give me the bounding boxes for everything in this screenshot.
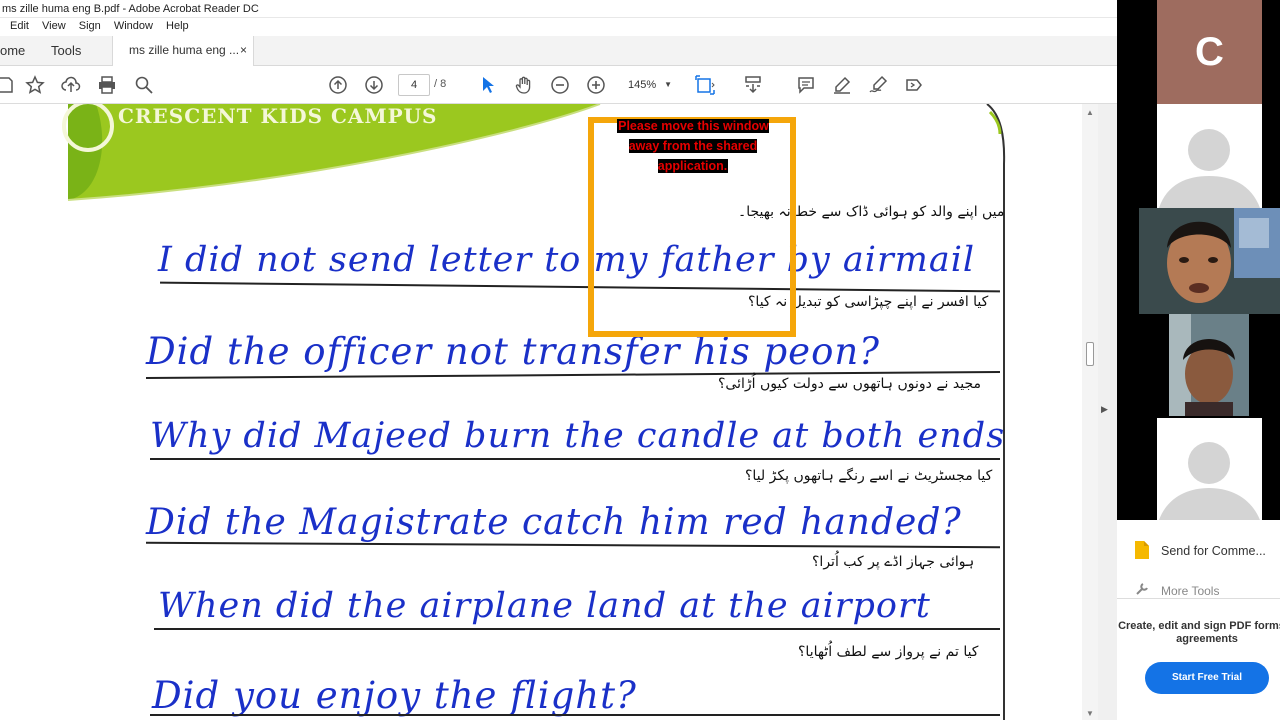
participant-tile-avatar[interactable] [1157, 418, 1262, 520]
next-page-icon[interactable] [363, 74, 385, 96]
share-tools-icon[interactable] [903, 74, 925, 96]
tab-bar: ome Tools ms zille huma eng ... × [0, 36, 1117, 66]
handwritten-answer: I did not send letter to my father by ai… [158, 240, 976, 280]
avatar [1159, 442, 1260, 520]
handwritten-answer: Why did Majeed burn the candle at both e… [150, 416, 1006, 456]
close-tab-icon[interactable]: × [240, 43, 247, 57]
page-number-input[interactable]: 4 [398, 74, 430, 96]
save-icon[interactable] [0, 74, 16, 96]
handwritten-answer: When did the airplane land at the airpor… [158, 586, 931, 626]
ruled-line [154, 628, 1000, 630]
avatar [1159, 129, 1260, 208]
vertical-scrollbar[interactable]: ▲ ▼ [1082, 104, 1098, 720]
upload-cloud-icon[interactable] [60, 74, 82, 96]
video-feed [1139, 208, 1280, 314]
select-cursor-icon[interactable] [477, 74, 499, 96]
urdu-sentence: مجید نے دونوں ہاتھوں سے دولت کیوں اُڑائی… [718, 376, 981, 392]
previous-page-icon[interactable] [327, 74, 349, 96]
zoom-in-icon[interactable] [585, 74, 607, 96]
chevron-down-icon: ▼ [664, 80, 672, 89]
tab-document[interactable]: ms zille huma eng ... × [112, 36, 254, 66]
zoom-level-select[interactable]: 145% ▼ [622, 74, 680, 96]
screen: ms zille huma eng B.pdf - Adobe Acrobat … [0, 0, 1280, 720]
scroll-up-icon[interactable]: ▲ [1086, 108, 1094, 117]
participant-video-1[interactable] [1139, 208, 1280, 314]
urdu-sentence: ہوائی جہاز اڈے پر کب اُترا؟ [812, 554, 975, 570]
fit-page-icon[interactable] [694, 74, 716, 96]
start-free-trial-button[interactable]: Start Free Trial [1145, 662, 1269, 694]
window-title: ms zille huma eng B.pdf - Adobe Acrobat … [2, 3, 259, 15]
expand-panel-icon[interactable]: ▶ [1101, 404, 1108, 415]
more-tools-item[interactable]: More Tools [1161, 584, 1219, 596]
scroll-mode-icon[interactable] [742, 74, 764, 96]
menu-bar: Edit View Sign Window Help [0, 18, 1117, 36]
scroll-down-icon[interactable]: ▼ [1086, 709, 1094, 718]
zoom-out-icon[interactable] [549, 74, 571, 96]
video-feed [1169, 314, 1249, 416]
highlight-pen-icon[interactable] [831, 74, 853, 96]
urdu-sentence: کیا مجسٹریٹ نے اسے رنگے ہاتھوں پکڑ لیا؟ [745, 468, 993, 484]
search-icon[interactable] [133, 74, 155, 96]
tab-document-label: ms zille huma eng ... [129, 43, 240, 57]
toolbar: 4 / 8 145% ▼ [0, 66, 1117, 104]
menu-help[interactable]: Help [166, 18, 189, 35]
share-warning-message: Please move this window away from the sh… [603, 116, 783, 176]
menu-view[interactable]: View [42, 18, 66, 35]
participant-tile-avatar[interactable] [1157, 104, 1262, 208]
hand-tool-icon[interactable] [513, 74, 535, 96]
star-icon[interactable] [24, 74, 46, 96]
menu-sign[interactable]: Sign [79, 18, 101, 35]
participant-initial: C [1195, 29, 1224, 74]
divider [1117, 598, 1280, 599]
tools-pane: Send for Comme... More Tools Create, edi… [1117, 520, 1280, 720]
ruled-line [150, 714, 1000, 716]
tab-tools[interactable]: Tools [51, 43, 81, 58]
sign-icon[interactable] [867, 74, 889, 96]
page-total: / 8 [434, 78, 447, 90]
menu-edit[interactable]: Edit [10, 18, 29, 35]
participant-video-2[interactable] [1169, 314, 1249, 416]
urdu-sentence: کیا تم نے پرواز سے لطف اُٹھایا؟ [798, 644, 979, 660]
print-icon[interactable] [96, 74, 118, 96]
document-viewport[interactable]: CRESCENT KIDS CAMPUS میں اپنے والد کو ہو… [0, 104, 1100, 720]
handwritten-answer: Did you enjoy the flight? [152, 674, 637, 717]
promo-text: Create, edit and sign PDF forms & agreem… [1118, 620, 1280, 645]
more-tools-icon [1136, 583, 1148, 595]
ruled-line [150, 458, 1000, 460]
menu-window[interactable]: Window [114, 18, 153, 35]
pdf-page: CRESCENT KIDS CAMPUS میں اپنے والد کو ہو… [0, 104, 1100, 720]
right-pane-gutter: ▶ [1098, 104, 1117, 720]
scrollbar-thumb[interactable] [1086, 342, 1094, 366]
tab-home[interactable]: ome [0, 43, 25, 58]
share-warning-text: Please move this window away from the sh… [617, 119, 769, 173]
comment-icon[interactable] [795, 74, 817, 96]
send-for-comment-icon [1135, 541, 1149, 559]
handwritten-answer: Did the Magistrate catch him red handed? [146, 502, 962, 543]
zoom-level: 145% [628, 79, 657, 91]
participant-panel: C [1117, 0, 1280, 520]
school-header: CRESCENT KIDS CAMPUS [118, 104, 438, 128]
title-bar: ms zille huma eng B.pdf - Adobe Acrobat … [0, 0, 1117, 18]
send-for-comment-item[interactable]: Send for Comme... [1161, 544, 1266, 558]
participant-tile-initial[interactable]: C [1157, 0, 1262, 104]
